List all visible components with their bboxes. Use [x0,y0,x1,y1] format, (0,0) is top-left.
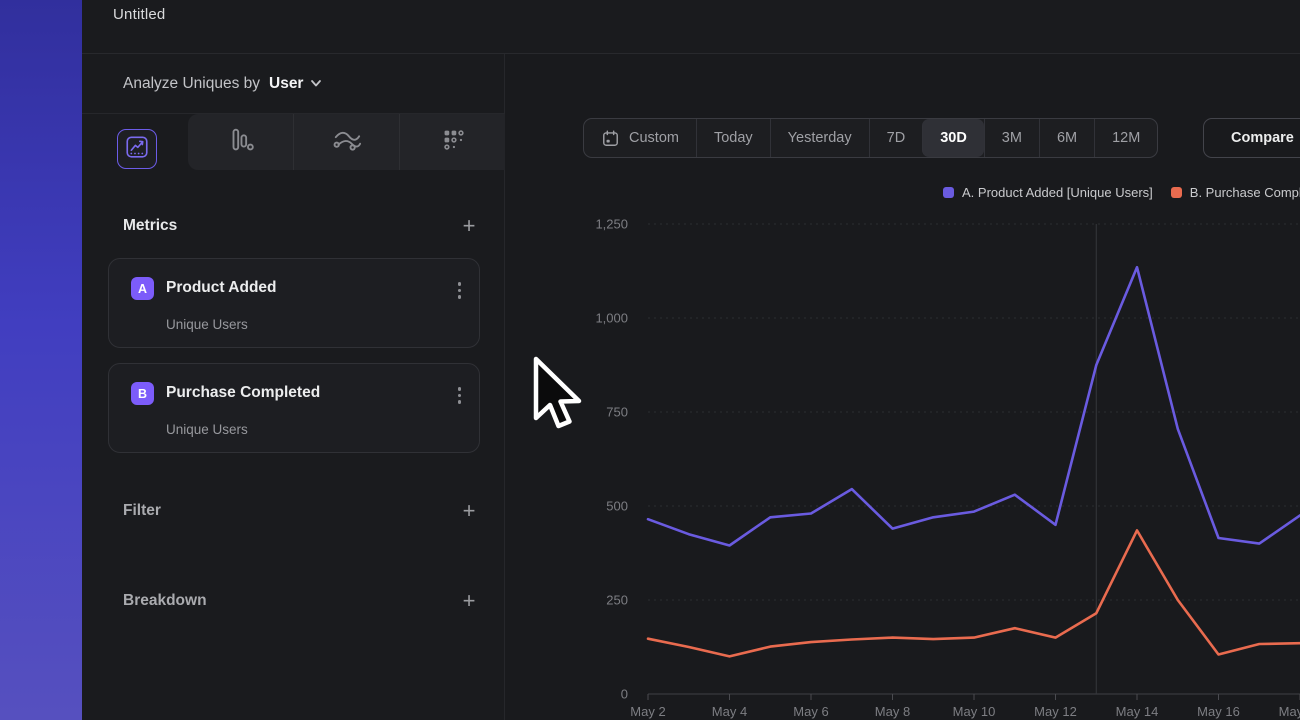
metric-badge: A [131,277,154,300]
x-tick-label: May 4 [712,704,747,719]
legend-label: B. Purchase Completed [Unique Users] [1190,185,1300,200]
metric-card[interactable]: A Product Added Unique Users [108,258,480,348]
metrics-section-title: Metrics [123,217,177,235]
add-breakdown-button[interactable]: + [458,591,480,611]
sidebar: Analyze Uniques by User [82,54,505,720]
add-filter-button[interactable]: + [458,501,480,521]
page-title: Untitled [113,6,165,23]
metric-title: Product Added [166,279,277,297]
metrics-section-header: Metrics + [123,216,480,236]
range-button-today[interactable]: Today [696,119,770,157]
flows-icon [331,125,363,160]
tab-flows[interactable] [293,114,399,170]
y-tick-label: 500 [606,499,628,514]
range-button-label: 3M [1002,130,1022,146]
x-tick-label: May 12 [1034,704,1077,719]
range-button-label: Today [714,130,753,146]
chart-legend: A. Product Added [Unique Users] B. Purcha… [943,185,1300,200]
metric-list: A Product Added Unique Users B Purchase Comp… [108,258,480,468]
y-tick-label: 1,250 [595,217,628,232]
legend-label: A. Product Added [Unique Users] [962,185,1153,200]
analyze-by-dropdown[interactable]: User [269,75,303,93]
legend-swatch [943,187,954,198]
kebab-menu-icon[interactable] [458,387,462,404]
tab-retention-grid[interactable] [399,114,505,170]
x-tick-label: May 10 [953,704,996,719]
bar-chart-icon [226,125,256,160]
y-tick-label: 0 [621,687,628,702]
tab-insights-line-chart[interactable] [117,129,157,169]
y-tick-label: 1,000 [595,311,628,326]
tab-bar-chart[interactable] [188,114,293,170]
left-gradient-strip [0,0,82,720]
legend-item[interactable]: B. Purchase Completed [Unique Users] [1171,185,1300,200]
range-button-label: 7D [887,130,906,146]
x-tick-label: May 18 [1279,704,1300,719]
chevron-down-icon[interactable] [310,79,322,88]
legend-swatch [1171,187,1182,198]
y-tick-label: 250 [606,593,628,608]
metric-card[interactable]: B Purchase Completed Unique Users [108,363,480,453]
x-tick-label: May 16 [1197,704,1240,719]
line-chart-icon [124,134,150,165]
series-line [648,530,1300,656]
legend-item[interactable]: A. Product Added [Unique Users] [943,185,1153,200]
add-metric-button[interactable]: + [458,216,480,236]
range-button-label: Yesterday [788,130,852,146]
metric-title: Purchase Completed [166,384,320,402]
x-tick-label: May 8 [875,704,910,719]
range-button-yesterday[interactable]: Yesterday [770,119,869,157]
retention-grid-icon [438,125,468,160]
main-panel: 0 250 500 750 1,000 1,250 May 2 May 4 May 6 May 8… [505,54,1300,720]
range-button-6m[interactable]: 6M [1039,119,1094,157]
analyze-label: Analyze Uniques by [123,75,260,93]
range-button-label: Custom [629,130,679,146]
range-button-30d[interactable]: 30D [922,119,984,157]
range-button-label: 12M [1112,130,1140,146]
filter-section-title: Filter [123,502,161,520]
filter-section-header: Filter + [123,501,480,521]
breakdown-section-title: Breakdown [123,592,207,610]
range-button-label: 30D [940,130,967,146]
range-button-custom[interactable]: Custom [584,119,696,157]
compare-button[interactable]: Compare [1203,118,1300,158]
metric-subtitle: Unique Users [166,422,248,437]
tab-strip [188,114,505,170]
date-range-toolbar: Custom Today Yesterday 7D 30D 3M 6M 12M [583,118,1158,158]
metric-subtitle: Unique Users [166,317,248,332]
range-button-label: 6M [1057,130,1077,146]
top-bar: Untitled [82,0,1300,54]
metric-badge: B [131,382,154,405]
breakdown-section-header: Breakdown + [123,591,480,611]
range-button-3m[interactable]: 3M [984,119,1039,157]
analyze-row: Analyze Uniques by User [82,54,505,114]
x-tick-label: May 14 [1116,704,1159,719]
range-button-7d[interactable]: 7D [869,119,923,157]
range-button-12m[interactable]: 12M [1094,119,1157,157]
series-line [648,267,1300,545]
kebab-menu-icon[interactable] [458,282,462,299]
calendar-icon [601,129,620,148]
y-tick-label: 750 [606,405,628,420]
x-tick-label: May 6 [793,704,828,719]
view-tabs [82,114,505,170]
x-tick-label: May 2 [630,704,665,719]
